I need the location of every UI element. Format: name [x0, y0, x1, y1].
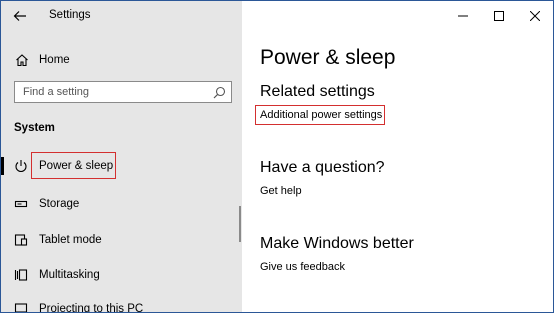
nav-home[interactable]: Home — [13, 50, 233, 70]
sidebar: Settings Home Find a setting System Powe… — [1, 1, 242, 312]
title-bar: Settings — [1, 1, 242, 31]
tablet-mode-icon — [13, 232, 29, 248]
sidebar-item-label: Multitasking — [39, 269, 100, 281]
maximize-button[interactable] — [481, 1, 517, 31]
sidebar-item-label: Projecting to this PC — [39, 303, 144, 313]
section-header-system: System — [14, 122, 55, 134]
give-feedback-link[interactable]: Give us feedback — [260, 261, 345, 273]
page-title: Power & sleep — [260, 46, 396, 69]
maximize-icon — [494, 11, 504, 21]
sidebar-item-storage[interactable]: Storage — [1, 191, 242, 217]
search-icon — [213, 86, 226, 99]
app-title: Settings — [49, 9, 91, 21]
back-arrow-icon — [13, 11, 26, 21]
related-settings-heading: Related settings — [260, 83, 375, 100]
sidebar-item-multitasking[interactable]: Multitasking — [1, 262, 242, 288]
selected-indicator — [1, 157, 4, 175]
power-icon — [13, 158, 29, 174]
scrollbar-thumb[interactable] — [239, 206, 241, 242]
sidebar-item-label: Storage — [39, 198, 80, 210]
minimize-button[interactable] — [445, 1, 481, 31]
sidebar-item-label: Tablet mode — [39, 234, 102, 246]
home-label: Home — [39, 54, 70, 66]
projecting-icon — [13, 301, 29, 312]
back-button[interactable] — [9, 6, 31, 26]
multitasking-icon — [13, 267, 29, 283]
highlight-box-power-sleep — [31, 152, 116, 179]
minimize-icon — [458, 15, 468, 17]
home-icon — [13, 51, 31, 69]
settings-window: Settings Home Find a setting System Powe… — [0, 0, 554, 313]
sidebar-item-projecting[interactable]: Projecting to this PC — [1, 296, 242, 313]
additional-power-settings-link[interactable]: Additional power settings — [260, 109, 382, 121]
get-help-link[interactable]: Get help — [260, 185, 302, 197]
window-controls — [445, 1, 553, 31]
search-input[interactable]: Find a setting — [14, 81, 232, 103]
have-a-question-heading: Have a question? — [260, 159, 385, 176]
sidebar-item-tablet-mode[interactable]: Tablet mode — [1, 227, 242, 253]
search-placeholder: Find a setting — [23, 86, 90, 98]
storage-icon — [13, 196, 29, 212]
close-icon — [530, 11, 540, 21]
close-button[interactable] — [517, 1, 553, 31]
make-windows-better-heading: Make Windows better — [260, 235, 414, 252]
main-content: Power & sleep Related settings Additiona… — [242, 1, 553, 312]
